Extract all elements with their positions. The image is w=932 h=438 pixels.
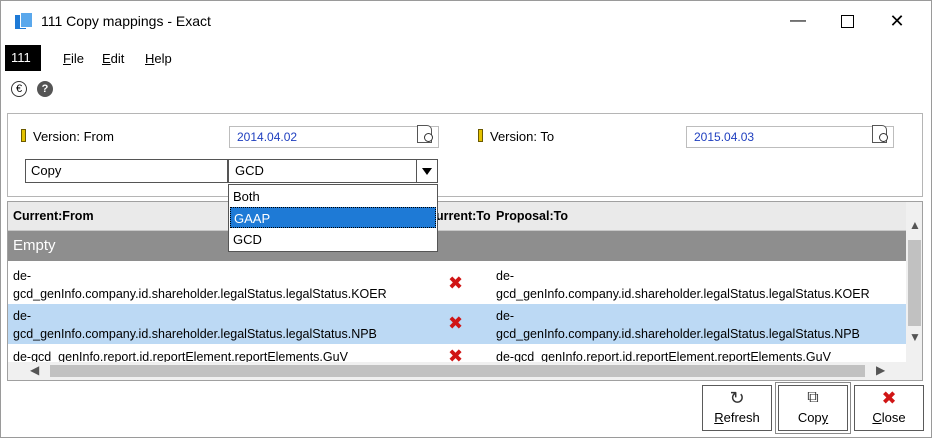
copy-dropdown-list: Both GAAP GCD [228,184,438,252]
copy-label: Copy [25,159,228,183]
euro-icon[interactable]: € [11,81,27,97]
company-badge: 111 [5,45,41,71]
refresh-accel: R [714,410,724,425]
menu-help[interactable]: Help [145,51,172,66]
app-icon [15,12,33,30]
refresh-icon: ↻ [729,388,745,408]
cell-line: de- [13,269,32,283]
column-current-from[interactable]: Current:From [13,209,94,223]
close-icon: ✖ [881,388,897,408]
current-from-cell: de-gcd_genInfo.company.id.shareholder.le… [13,307,377,343]
window-title: 111 Copy mappings - Exact [41,13,211,29]
proposal-to-cell: de-gcd_genInfo.company.id.shareholder.le… [496,267,870,303]
version-from-label: Version: From [33,129,114,144]
refresh-label: Refresh [703,410,771,425]
scroll-left-icon[interactable]: ◀ [30,363,39,377]
menu-help-accel: H [145,51,155,66]
horizontal-scroll-thumb[interactable] [50,365,865,377]
copy-accel: y [821,410,829,425]
grid-header: Current:From urrent:To Proposal:To [8,202,906,231]
menu-edit[interactable]: Edit [102,51,124,66]
menu-file[interactable]: File [63,51,84,66]
required-marker-icon [478,129,483,142]
version-to-label: Version: To [490,129,555,144]
close-label: Close [855,410,923,425]
dropdown-option-gcd[interactable]: GCD [230,229,436,250]
menu-file-label: ile [70,51,84,66]
group-header: Empty [8,231,906,261]
copy-select[interactable]: GCD [228,159,438,183]
chevron-down-icon[interactable] [416,160,437,182]
help-icon[interactable]: ? [37,81,53,97]
scroll-right-icon[interactable]: ▶ [876,363,885,377]
copy-icon: ⧉ [807,389,819,406]
copy-select-value: GCD [235,163,264,178]
required-marker-icon [21,129,26,142]
cell-line: de- [496,269,515,283]
delete-mark-icon[interactable]: ✖ [448,314,466,332]
horizontal-scrollbar[interactable]: ◀ ▶ [8,362,906,380]
minimize-button[interactable]: — [776,7,820,35]
copy-label-pre: Cop [797,410,822,425]
delete-mark-icon[interactable]: ✖ [448,274,466,292]
dropdown-option-both[interactable]: Both [230,186,436,207]
close-accel: C [872,410,882,425]
vertical-scrollbar[interactable]: ▲ ▼ [906,202,922,380]
version-from-lookup-button[interactable] [414,124,436,146]
menu-bar: 111 File Edit Help [1,43,931,73]
maximize-button[interactable] [825,7,869,35]
mappings-grid: Current:From urrent:To Proposal:To Empty… [7,201,923,381]
cell-line: gcd_genInfo.company.id.shareholder.legal… [496,287,870,301]
proposal-to-cell: de-gcd_genInfo.company.id.shareholder.le… [496,307,860,343]
cell-line: gcd_genInfo.company.id.shareholder.legal… [13,327,377,341]
vertical-scroll-thumb[interactable] [908,240,921,326]
cell-line: gcd_genInfo.company.id.shareholder.legal… [13,287,387,301]
copy-button[interactable]: ⧉ Copy [778,385,848,431]
dropdown-option-gaap[interactable]: GAAP [230,207,436,228]
cell-line: gcd_genInfo.company.id.shareholder.legal… [496,327,860,341]
table-row[interactable]: de-gcd_genInfo.company.id.shareholder.le… [8,264,906,304]
scroll-down-icon[interactable]: ▼ [909,330,921,344]
menu-help-label: elp [154,51,172,66]
menu-file-accel: F [63,51,71,66]
copy-button-label: Copy [779,410,847,425]
table-row[interactable]: de-gcd_genInfo.company.id.shareholder.le… [8,304,906,344]
close-label-rest: lose [881,410,906,425]
current-from-cell: de-gcd_genInfo.company.id.shareholder.le… [13,267,387,303]
magnifier-icon [879,133,888,142]
menu-edit-label: dit [110,51,125,66]
close-window-button[interactable]: ✕ [875,7,919,35]
version-from-field[interactable]: 2014.04.02 [229,126,439,148]
magnifier-icon [424,133,433,142]
column-current-to[interactable]: urrent:To [436,209,491,223]
maximize-icon [840,15,854,28]
title-bar: 111 Copy mappings - Exact — ✕ [1,1,931,41]
refresh-button[interactable]: ↻ Refresh [702,385,772,431]
scroll-up-icon[interactable]: ▲ [909,218,921,232]
version-to-lookup-button[interactable] [869,124,891,146]
app-window: 111 Copy mappings - Exact — ✕ 111 File E… [0,0,932,438]
refresh-label-rest: efresh [723,410,760,425]
cell-line: de- [496,309,515,323]
icon-bar: € ? [1,79,931,103]
close-button[interactable]: ✖ Close [854,385,924,431]
version-to-field[interactable]: 2015.04.03 [686,126,894,148]
cell-line: de- [13,309,32,323]
menu-edit-accel: E [102,51,111,66]
column-proposal-to[interactable]: Proposal:To [496,209,568,223]
